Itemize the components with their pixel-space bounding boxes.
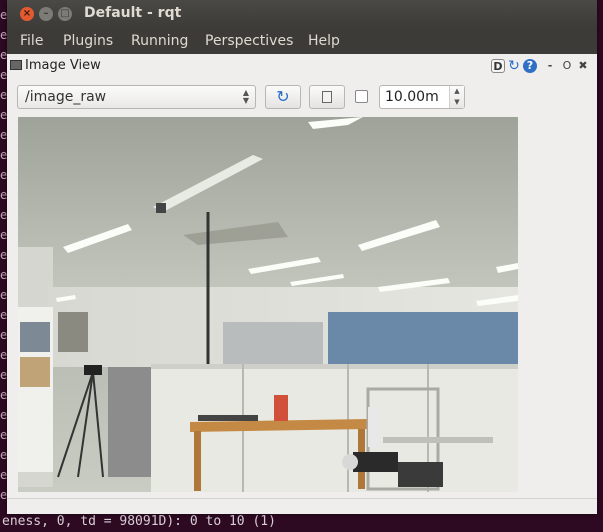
help-icon[interactable]: ? (523, 59, 537, 73)
close-icon: × (22, 8, 32, 19)
minimize-button[interactable]: – (39, 7, 53, 21)
refresh-topics-button[interactable]: ↻ (265, 85, 301, 109)
save-icon (322, 91, 332, 103)
reload-plugin-icon[interactable]: ↻ (507, 59, 521, 73)
minimize-icon: – (43, 8, 49, 19)
panel-header: Image View D ↻ ? - O ✖ (7, 54, 597, 78)
dock-d-icon[interactable]: D (491, 59, 505, 73)
refresh-icon: ↻ (276, 87, 290, 106)
close-panel-icon[interactable]: ✖ (576, 59, 590, 73)
menu-file[interactable]: File (20, 33, 43, 49)
terminal-bottom-text: eness, 0, td = 98091D): 0 to 10 (1) (2, 514, 276, 529)
float-panel-icon[interactable]: O (560, 59, 574, 73)
timeout-checkbox[interactable] (355, 90, 368, 103)
spin-arrows-icon[interactable]: ▲ ▼ (449, 86, 464, 108)
menu-help[interactable]: Help (308, 33, 340, 49)
menu-plugins[interactable]: Plugins (63, 33, 113, 49)
topic-select[interactable]: /image_raw ▲ ▼ (17, 85, 256, 109)
topic-select-value: /image_raw (25, 89, 107, 105)
close-button[interactable]: × (20, 7, 34, 21)
save-image-button[interactable] (309, 85, 345, 109)
window-title: Default - rqt (84, 5, 182, 21)
menu-running[interactable]: Running (131, 33, 188, 49)
chevron-updown-icon: ▲ ▼ (242, 88, 249, 105)
panel-title: Image View (25, 58, 101, 73)
minimize-panel-icon[interactable]: - (543, 59, 557, 73)
maximize-icon: □ (60, 8, 70, 19)
status-bar-divider (7, 498, 597, 499)
camera-image (18, 117, 518, 492)
panel-window-icon (10, 60, 22, 70)
timeout-spinbox[interactable]: 10.00m ▲ ▼ (379, 85, 465, 109)
maximize-button[interactable]: □ (58, 7, 72, 21)
titlebar[interactable]: × – □ Default - rqt (7, 0, 597, 28)
menu-perspectives[interactable]: Perspectives (205, 33, 293, 49)
rqt-window: × – □ Default - rqt File Plugins Running… (7, 0, 597, 514)
office-scene-image (18, 117, 518, 492)
menubar: File Plugins Running Perspectives Help (7, 28, 597, 54)
timeout-value: 10.00m (385, 89, 439, 105)
